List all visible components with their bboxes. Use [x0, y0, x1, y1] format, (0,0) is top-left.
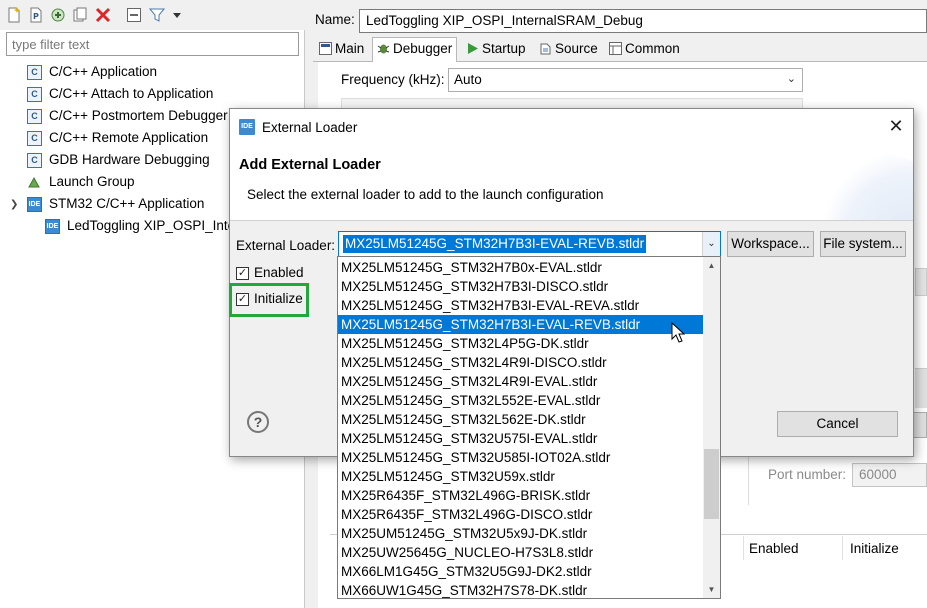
view-menu-icon[interactable]	[172, 7, 182, 23]
header-decoration	[826, 155, 913, 220]
config-name-input[interactable]: LedToggling XIP_OSPI_InternalSRAM_Debug	[359, 9, 927, 33]
dialog-header-description: Select the external loader to add to the…	[247, 187, 604, 202]
highlight-box: ✓ Initialize	[229, 283, 309, 317]
c-config-icon: C	[27, 131, 42, 146]
scroll-down-icon[interactable]: ▼	[703, 581, 720, 598]
close-icon[interactable]: ✕	[885, 115, 907, 137]
workspace-button[interactable]: Workspace...	[727, 231, 814, 257]
dialog-title: External Loader	[262, 120, 358, 135]
filter-input[interactable]	[6, 32, 299, 56]
dropdown-item[interactable]: MX25LM51245G_STM32L562E-DK.stldr	[338, 410, 704, 429]
background-button	[912, 412, 927, 438]
enabled-checkbox[interactable]: ✓	[236, 267, 249, 280]
column-divider	[743, 536, 744, 560]
dialog-header: Add External Loader Select the external …	[230, 145, 913, 221]
file-system-button[interactable]: File system...	[820, 231, 906, 257]
dropdown-scrollbar[interactable]: ▲ ▼	[703, 257, 720, 598]
frequency-label: Frequency (kHz):	[341, 72, 445, 87]
filter-icon[interactable]	[149, 7, 165, 23]
delete-icon[interactable]	[95, 7, 111, 23]
common-icon	[609, 42, 622, 55]
dropdown-items: MX25LM51245G_STM32H7B0x-EVAL.stldr MX25LM…	[338, 258, 704, 598]
background-panel	[915, 368, 927, 408]
dropdown-item[interactable]: MX25LM51245G_STM32H7B3I-DISCO.stldr	[338, 277, 704, 296]
stm32-ide-icon: IDE	[239, 119, 255, 135]
external-loader-value: MX25LM51245G_STM32H7B3I-EVAL-REVB.stldr	[343, 235, 647, 253]
new-proto-icon[interactable]: P	[28, 7, 44, 23]
port-number-label: Port number:	[768, 467, 847, 482]
frequency-value: Auto	[454, 72, 482, 87]
launch-group-icon	[27, 175, 42, 190]
new-config-icon[interactable]	[6, 7, 22, 23]
tab-debugger[interactable]: Debugger	[372, 37, 458, 63]
stm32-ide-icon: IDE	[27, 197, 42, 212]
c-config-icon: C	[27, 153, 42, 168]
column-header-initialize[interactable]: Initialize	[850, 541, 899, 556]
tab-source[interactable]: Source	[535, 38, 602, 62]
chevron-down-icon[interactable]: ⌄	[702, 232, 720, 256]
dropdown-item[interactable]: MX25UW25645G_NUCLEO-H7S3L8.stldr	[338, 543, 704, 562]
divider	[748, 455, 749, 505]
expand-chevron-icon[interactable]: ❯	[10, 199, 18, 210]
column-divider	[842, 536, 843, 560]
dialog-header-title: Add External Loader	[239, 157, 381, 173]
tab-common[interactable]: Common	[605, 38, 684, 62]
dropdown-item[interactable]: MX66LM1G45G_STM32U5G9J-DK2.stldr	[338, 562, 704, 581]
left-toolbar: P	[0, 0, 305, 30]
dropdown-item[interactable]: MX25R6435F_STM32L496G-DISCO.stldr	[338, 505, 704, 524]
cancel-button[interactable]: Cancel	[777, 411, 898, 437]
initialize-label: Initialize	[254, 291, 303, 306]
dropdown-item[interactable]: MX25LM51245G_STM32L4R9I-DISCO.stldr	[338, 353, 704, 372]
export-icon[interactable]	[72, 7, 88, 23]
initialize-checkbox[interactable]: ✓	[236, 293, 249, 306]
tab-startup[interactable]: Startup	[462, 38, 530, 62]
port-number-input[interactable]: 60000	[852, 463, 927, 487]
debugger-bug-icon	[377, 44, 390, 54]
duplicate-icon[interactable]	[50, 7, 66, 23]
main-tab-icon	[319, 42, 332, 55]
c-config-icon: C	[27, 109, 42, 124]
dialog-titlebar: IDE External Loader ✕	[230, 109, 913, 145]
dropdown-item[interactable]: MX66UW1G45G_STM32H7S78-DK.stldr	[338, 581, 704, 598]
startup-play-icon	[468, 43, 478, 54]
stm32-ide-icon: IDE	[45, 219, 60, 234]
dropdown-item[interactable]: MX25LM51245G_STM32L4P5G-DK.stldr	[338, 334, 704, 353]
external-loader-combo[interactable]: MX25LM51245G_STM32H7B3I-EVAL-REVB.stldr …	[338, 231, 721, 257]
frequency-select[interactable]: Auto ⌄	[448, 68, 803, 92]
column-header-enabled[interactable]: Enabled	[749, 541, 799, 556]
scrollbar-thumb[interactable]	[704, 449, 719, 519]
dropdown-item[interactable]: MX25UM51245G_STM32U5x9J-DK.stldr	[338, 524, 704, 543]
scroll-up-icon[interactable]: ▲	[703, 257, 720, 274]
dropdown-item[interactable]: MX25R6435F_STM32L496G-BRISK.stldr	[338, 486, 704, 505]
enabled-label: Enabled	[254, 265, 304, 280]
background-button	[915, 268, 927, 296]
collapse-all-icon[interactable]	[126, 7, 142, 23]
dropdown-item[interactable]: MX25LM51245G_STM32U575I-EVAL.stldr	[338, 429, 704, 448]
config-tab-bar: Main Debugger Startup Source Common	[313, 37, 927, 63]
help-icon[interactable]: ?	[247, 411, 269, 433]
c-config-icon: C	[27, 65, 42, 80]
source-icon	[540, 43, 551, 55]
name-label: Name:	[315, 12, 355, 27]
dropdown-item[interactable]: MX25LM51245G_STM32H7B3I-EVAL-REVB.stldr	[338, 315, 704, 334]
external-loader-label: External Loader:	[236, 238, 336, 253]
dropdown-item[interactable]: MX25LM51245G_STM32L552E-EVAL.stldr	[338, 391, 704, 410]
svg-text:P: P	[33, 12, 39, 21]
c-config-icon: C	[27, 87, 42, 102]
dropdown-item[interactable]: MX25LM51245G_STM32H7B0x-EVAL.stldr	[338, 258, 704, 277]
dropdown-item[interactable]: MX25LM51245G_STM32L4R9I-EVAL.stldr	[338, 372, 704, 391]
dropdown-item[interactable]: MX25LM51245G_STM32U585I-IOT02A.stldr	[338, 448, 704, 467]
external-loader-dropdown-list[interactable]: MX25LM51245G_STM32H7B0x-EVAL.stldr MX25LM…	[337, 256, 721, 599]
dropdown-item[interactable]: MX25LM51245G_STM32U59x.stldr	[338, 467, 704, 486]
mouse-cursor-icon	[671, 322, 685, 343]
tab-main[interactable]: Main	[315, 38, 368, 62]
dropdown-item[interactable]: MX25LM51245G_STM32H7B3I-EVAL-REVA.stldr	[338, 296, 704, 315]
chevron-down-icon: ⌄	[786, 73, 796, 85]
